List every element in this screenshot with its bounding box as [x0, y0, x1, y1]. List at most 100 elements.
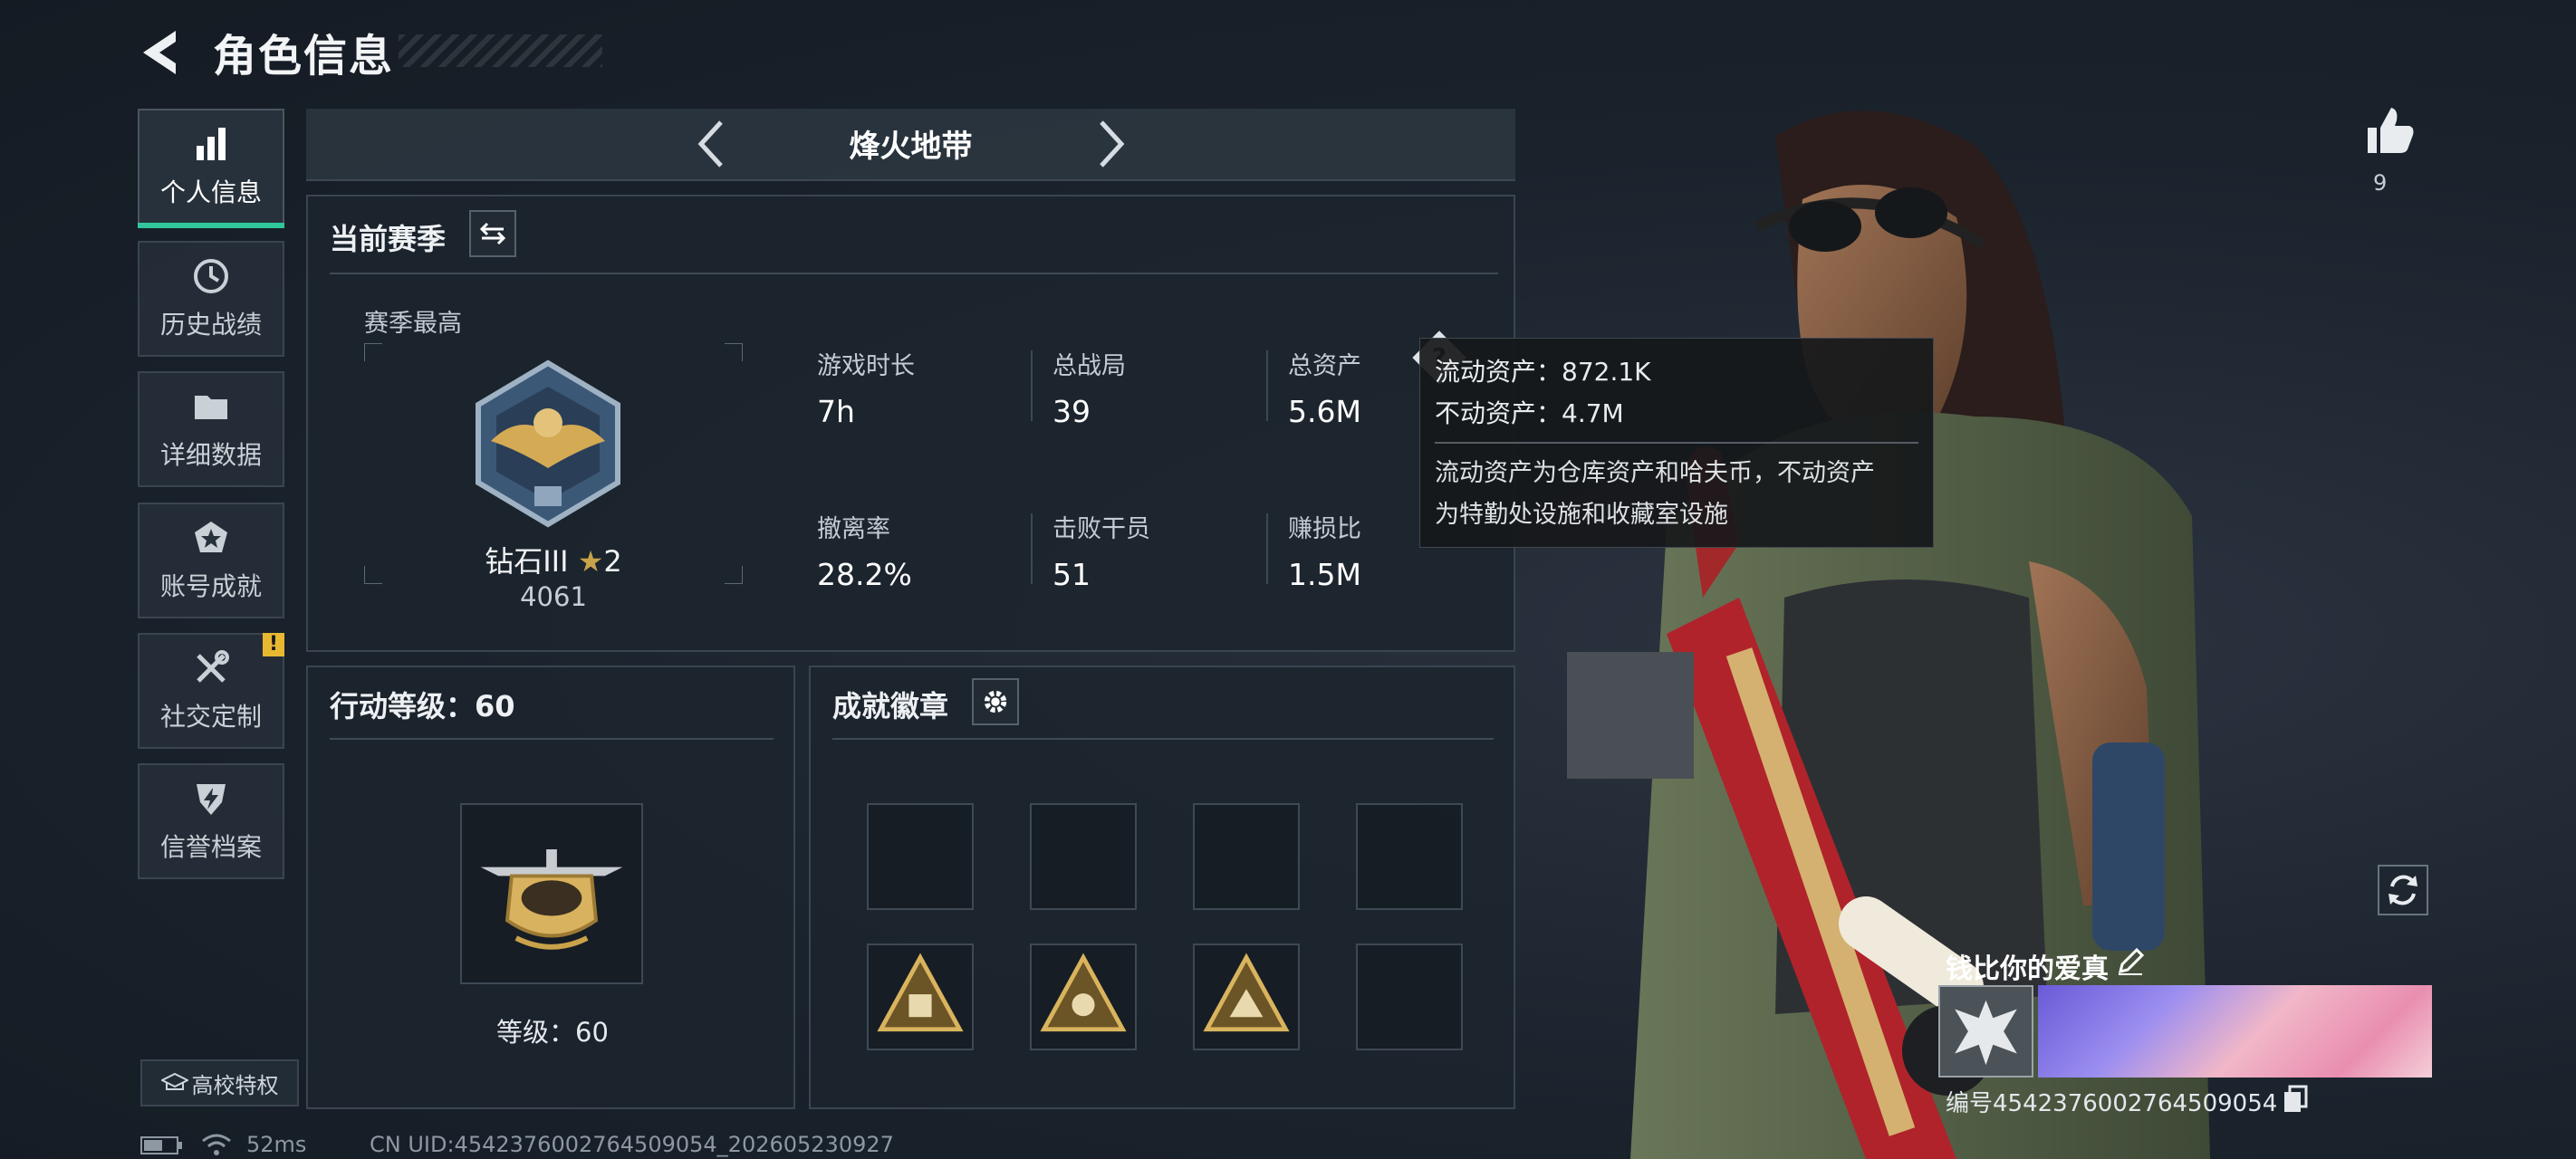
- stat-total-assets: 总资产 5.6M: [1288, 346, 1361, 429]
- divider: [1266, 350, 1268, 421]
- shield-bolt-icon: [197, 784, 226, 815]
- stat-play-time: 游戏时长 7h: [817, 346, 915, 429]
- badge-slot[interactable]: [1030, 943, 1137, 1050]
- assets-description-line2: 为特勤处设施和收藏室设施: [1435, 501, 1728, 529]
- rank-star-icon: ★: [577, 544, 604, 579]
- action-level-title: 行动等级：60: [330, 689, 515, 723]
- diamond-rank-badge-icon: [476, 359, 620, 528]
- swap-arrows-icon: [479, 222, 506, 245]
- copy-icon[interactable]: [2283, 1085, 2310, 1114]
- divider: [1031, 513, 1033, 584]
- level-text: 等级：60: [496, 1017, 609, 1048]
- battery-icon: [140, 1136, 182, 1154]
- stat-label: 总战局: [1053, 352, 1126, 380]
- university-privilege-button[interactable]: 高校特权: [140, 1059, 299, 1106]
- bar-chart-icon: [197, 128, 226, 160]
- back-arrow-icon[interactable]: [136, 27, 187, 78]
- graduation-cap-icon: [160, 1072, 188, 1090]
- rank-stars: 2: [603, 544, 622, 579]
- ping-text: 52ms: [246, 1132, 307, 1157]
- chevron-right-icon[interactable]: [1092, 117, 1129, 171]
- wifi-icon: [202, 1134, 231, 1155]
- player-uid: 编号4542376002764509054: [1946, 1090, 2278, 1117]
- current-season-panel: 当前赛季 赛季最高 钻石III ★2 4061 游戏时长 7h 总战局 39 总…: [306, 195, 1515, 652]
- stat-label: 赚损比: [1288, 515, 1361, 543]
- sidebar-item-personal-info[interactable]: 个人信息: [138, 109, 284, 228]
- badge-slot[interactable]: [1356, 943, 1463, 1050]
- sidebar-item-achievements[interactable]: 账号成就: [138, 503, 284, 618]
- triangle-badge-icon: [877, 953, 964, 1032]
- tools-icon: [197, 650, 229, 683]
- badge-slot[interactable]: [1356, 803, 1463, 910]
- season-best-label: 赛季最高: [364, 310, 462, 338]
- refresh-button[interactable]: [2378, 865, 2428, 915]
- medal-star-icon: [195, 522, 227, 552]
- university-privilege-label: 高校特权: [191, 1072, 279, 1098]
- level-emblem-frame: [460, 803, 643, 984]
- switch-season-button[interactable]: [469, 210, 516, 257]
- clock-history-icon: [194, 259, 228, 293]
- badge-slot[interactable]: [1193, 943, 1300, 1050]
- sidebar-item-credit[interactable]: 信誉档案: [138, 763, 284, 879]
- player-nickname: 钱比你的爱真: [1946, 953, 2109, 985]
- stat-total-matches: 总战局 39: [1053, 346, 1126, 429]
- sidebar-item-label: 历史战绩: [159, 310, 262, 340]
- triangle-badge-icon: [1040, 953, 1127, 1032]
- divider: [330, 738, 774, 740]
- stat-label: 撤离率: [817, 515, 890, 543]
- like-count: 9: [2373, 170, 2388, 196]
- uid-status-text: CN UID:4542376002764509054_202605230927: [370, 1132, 894, 1157]
- rank-name: 钻石III: [485, 544, 569, 579]
- badge-slot[interactable]: [1030, 803, 1137, 910]
- edit-pencil-icon[interactable]: [2115, 946, 2146, 977]
- achievements-settings-button[interactable]: [972, 678, 1019, 725]
- stat-profit-ratio: 赚损比 1.5M: [1288, 509, 1361, 592]
- warning-badge: !: [263, 633, 284, 656]
- divider: [1031, 350, 1033, 421]
- sidebar-item-label: 社交定制: [159, 702, 262, 732]
- sidebar-item-label: 信誉档案: [159, 832, 262, 862]
- stat-value: 28.2%: [817, 557, 912, 592]
- gear-icon: [984, 690, 1007, 714]
- mode-selector: 烽火地带: [306, 109, 1515, 181]
- achievements-panel: 成就徽章: [809, 666, 1515, 1109]
- avatar[interactable]: [1938, 985, 2033, 1078]
- helicopter-emblem-icon: [480, 849, 623, 950]
- action-level-panel: 行动等级：60 等级：60: [306, 666, 795, 1109]
- page-title: 角色信息: [213, 31, 395, 81]
- folder-icon: [195, 396, 227, 419]
- triangle-badge-icon: [1203, 953, 1290, 1032]
- badge-slot[interactable]: [867, 943, 974, 1050]
- badge-slot[interactable]: [1193, 803, 1300, 910]
- sidebar-item-label: 账号成就: [159, 571, 262, 601]
- stat-label: 游戏时长: [817, 352, 915, 380]
- rank-score: 4061: [520, 581, 587, 612]
- divider: [1435, 442, 1918, 444]
- stat-extraction-rate: 撤离率 28.2%: [817, 509, 912, 592]
- sidebar-item-history[interactable]: 历史战绩: [138, 241, 284, 357]
- mode-title: 烽火地带: [849, 129, 973, 165]
- refresh-icon: [2389, 875, 2417, 905]
- stat-value: 39: [1053, 394, 1091, 429]
- stat-value: 51: [1053, 557, 1091, 592]
- badge-slot[interactable]: [867, 803, 974, 910]
- stat-value: 5.6M: [1288, 394, 1361, 429]
- season-title: 当前赛季: [330, 222, 447, 256]
- sidebar-item-social[interactable]: 社交定制 !: [138, 633, 284, 749]
- assets-tooltip: 流动资产：872.1K 不动资产：4.7M 流动资产为仓库资产和哈夫币，不动资产…: [1419, 338, 1934, 548]
- eagle-emblem-icon: [1955, 1000, 2017, 1066]
- stat-value: 7h: [817, 394, 855, 429]
- sidebar-item-detail-data[interactable]: 详细数据: [138, 371, 284, 487]
- divider: [1266, 513, 1268, 584]
- achievements-title: 成就徽章: [832, 689, 949, 723]
- stat-label: 击败干员: [1053, 515, 1150, 543]
- thumbs-up-icon[interactable]: [2364, 104, 2417, 157]
- sidebar-item-label: 详细数据: [159, 440, 262, 470]
- name-card-banner: [2038, 985, 2432, 1078]
- stat-operators-defeated: 击败干员 51: [1053, 509, 1150, 592]
- divider: [330, 273, 1498, 274]
- stat-value: 1.5M: [1288, 557, 1361, 592]
- stat-label: 总资产: [1288, 352, 1361, 380]
- assets-description-line1: 流动资产为仓库资产和哈夫币，不动资产: [1435, 459, 1875, 487]
- divider: [832, 738, 1494, 740]
